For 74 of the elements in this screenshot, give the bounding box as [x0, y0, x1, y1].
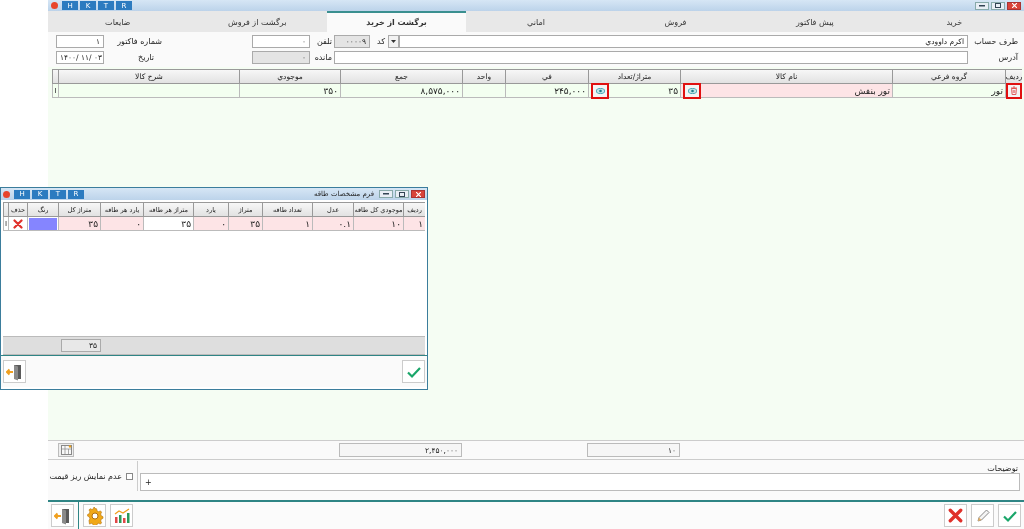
notes-field[interactable]: + — [140, 473, 1020, 491]
close-button[interactable] — [411, 190, 425, 198]
close-icon — [1011, 3, 1017, 8]
cell-text: تور بنفش — [854, 85, 890, 96]
eye-icon — [687, 87, 697, 94]
minimize-button[interactable] — [379, 190, 393, 198]
table-cell: ۸,۵۷۵,۰۰۰ — [340, 84, 462, 98]
table-cell: ۱۰ — [353, 217, 403, 231]
confirm-button[interactable] — [998, 504, 1021, 527]
app-icon — [51, 2, 58, 9]
exit-door-icon — [5, 362, 24, 381]
table-cell: ۰ — [100, 217, 143, 231]
caret-icon — [391, 40, 396, 43]
minimize-button[interactable] — [975, 1, 989, 10]
tab[interactable]: برگشت از خريد — [326, 11, 467, 32]
exit-button[interactable] — [3, 360, 26, 383]
spreadsheet-icon[interactable] — [58, 443, 74, 457]
settings-button[interactable] — [83, 504, 106, 527]
checkbox[interactable] — [126, 472, 133, 480]
table-cell: ۳۵ — [143, 217, 193, 231]
tab[interactable]: برگشت از فروش — [187, 11, 327, 32]
table-cell: ۳۵۰ — [239, 84, 340, 98]
report-button[interactable] — [110, 504, 133, 527]
column-header — [52, 69, 58, 84]
restore-icon — [995, 3, 1001, 8]
dropdown-button[interactable] — [388, 35, 399, 48]
restore-button[interactable] — [991, 1, 1005, 10]
table-cell: ۰ — [193, 217, 228, 231]
close-button[interactable] — [1007, 1, 1021, 10]
restore-icon — [399, 191, 405, 197]
cancel-button[interactable] — [944, 504, 967, 527]
confirm-button[interactable] — [402, 360, 425, 383]
field-label: کد — [376, 37, 386, 46]
app-icon — [3, 190, 10, 198]
table-cell: ۱ — [403, 217, 425, 231]
field-label: آدرس — [997, 53, 1019, 62]
field-label: مانده — [313, 53, 333, 62]
table-cell: ۰.۱ — [312, 217, 353, 231]
field-label: تلفن — [316, 37, 333, 46]
pencil-icon — [974, 507, 991, 524]
tab[interactable]: ضايعات — [48, 11, 188, 32]
close-icon — [415, 191, 421, 197]
table-cell: ۲۴۵,۰۰۰ — [505, 84, 588, 98]
column-header — [3, 202, 8, 217]
table-cell: ۳۵ — [228, 217, 262, 231]
table-cell: تور — [892, 84, 1005, 98]
minimize-icon — [383, 193, 389, 195]
field-label: شماره فاکتور — [116, 37, 163, 46]
eye-icon — [595, 87, 605, 94]
tab[interactable]: اماني — [466, 11, 606, 32]
exit-button[interactable] — [51, 504, 74, 527]
restore-button[interactable] — [395, 190, 409, 198]
table-cell: ۱ — [262, 217, 312, 231]
add-symbol: + — [145, 477, 152, 487]
tab[interactable]: خريد — [884, 11, 1024, 32]
minimize-icon — [979, 4, 985, 7]
table-cell: ۳۵ — [58, 217, 100, 231]
checkbox-label: عدم نمايش ريز قيمت — [49, 471, 122, 481]
chart-icon — [112, 506, 131, 525]
field-label: تاريخ — [137, 53, 155, 62]
tab[interactable]: پيش فاکتور — [745, 11, 885, 32]
field-label: طرف حساب — [973, 37, 1019, 46]
table-cell — [462, 84, 505, 98]
trash-icon — [1010, 86, 1018, 95]
tab[interactable]: فروش — [605, 11, 746, 32]
exit-door-icon — [53, 506, 72, 525]
address-field[interactable] — [334, 51, 968, 64]
close-icon — [948, 508, 963, 523]
delete-button[interactable] — [11, 217, 25, 230]
notes-label: توضيحات — [986, 464, 1019, 473]
cell-text: ۳۵ — [668, 85, 678, 96]
gear-icon — [85, 506, 104, 525]
color-swatch[interactable] — [29, 217, 57, 230]
close-icon — [13, 218, 23, 229]
